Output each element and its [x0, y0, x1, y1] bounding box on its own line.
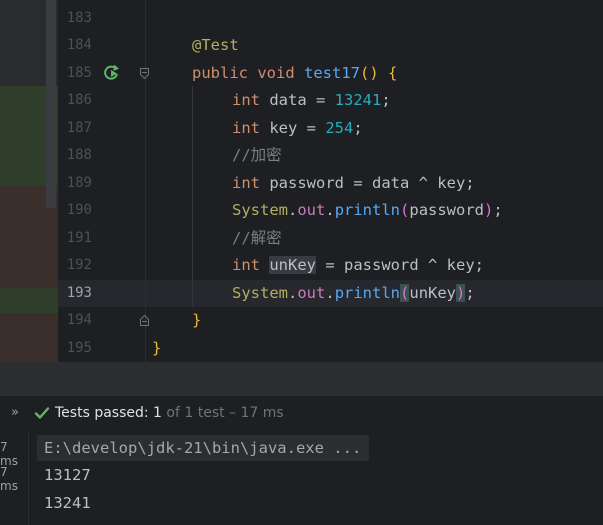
code-line[interactable]: int key = 254; [232, 115, 363, 142]
diff-segment-added [0, 288, 58, 313]
paren-matched: ( [400, 284, 410, 302]
code-line[interactable]: } [192, 307, 201, 334]
semicolon: ; [353, 119, 363, 137]
status-count: 1 [153, 405, 162, 421]
diff-segment-modified [0, 313, 58, 362]
dot: . [288, 284, 298, 302]
dot: . [325, 201, 335, 219]
code-line-active[interactable]: System.out.println(unKey); [232, 280, 475, 307]
check-icon [34, 405, 50, 425]
argument: password [409, 201, 485, 219]
number-literal: 254 [325, 119, 354, 137]
line-number: 186 [66, 92, 92, 108]
close-brace: } [192, 311, 202, 329]
paren: ) [484, 201, 494, 219]
test-duration: 7 ms [0, 440, 18, 468]
code-editor[interactable]: 183 184 185 186 187 188 189 190 191 192 … [0, 0, 603, 362]
semicolon: ; [381, 91, 391, 109]
code-line[interactable]: int data = 13241; [232, 87, 391, 114]
command-line[interactable]: E:\develop\jdk-21\bin\java.exe ... [37, 435, 370, 461]
line-number: 189 [66, 175, 92, 191]
code-line[interactable]: int unKey = password ^ key; [232, 252, 484, 279]
test-status: Tests passed: 1 of 1 test – 17 ms [55, 405, 284, 421]
code-line[interactable]: System.out.println(password); [232, 197, 503, 224]
panel-divider[interactable] [0, 362, 603, 396]
line-number: 194 [66, 312, 92, 328]
line-number: 187 [66, 120, 92, 136]
code-line[interactable]: //加密 [232, 142, 282, 169]
close-brace: } [152, 339, 162, 357]
line-number: 191 [66, 230, 92, 246]
test-duration: 7 ms [0, 465, 18, 493]
code-text: data = [260, 91, 335, 109]
keyword: int [232, 256, 260, 274]
expand-icon[interactable]: » [11, 405, 19, 420]
parens: () [360, 64, 379, 82]
indent-guide [192, 86, 193, 306]
field-name: out [297, 201, 326, 219]
open-brace: { [388, 64, 398, 82]
semicolon: ; [465, 284, 475, 302]
argument: unKey [409, 284, 457, 302]
semicolon: ; [493, 201, 503, 219]
diff-strip [0, 0, 58, 362]
keyword: int [232, 91, 260, 109]
method-call: println [334, 201, 401, 219]
comment: //加密 [232, 146, 282, 164]
line-number: 195 [66, 340, 92, 356]
status-detail: of 1 test – 17 ms [161, 405, 284, 421]
keyword: int [232, 174, 260, 192]
annotation: @Test [192, 36, 239, 54]
fold-icon[interactable] [140, 68, 149, 79]
output-line: 13127 [44, 466, 91, 484]
dot: . [325, 284, 335, 302]
method-call: println [334, 284, 401, 302]
line-number-active: 193 [66, 285, 92, 301]
scrollbar-thumb[interactable] [46, 0, 56, 208]
class-name: System [232, 201, 288, 219]
code-line[interactable]: //解密 [232, 225, 282, 252]
comment: //解密 [232, 229, 282, 247]
code-text: password = data ^ key; [260, 174, 475, 192]
paren: ( [400, 201, 410, 219]
unfold-icon[interactable] [140, 315, 149, 326]
gutter-separator [145, 0, 146, 362]
status-label: Tests passed: [55, 405, 154, 421]
line-number: 192 [66, 257, 92, 273]
console-output[interactable]: E:\develop\jdk-21\bin\java.exe ... 13127… [29, 432, 603, 525]
keyword: int [232, 119, 260, 137]
method-name: test17 [304, 64, 361, 82]
code-line[interactable]: @Test [192, 32, 239, 59]
keyword: public [192, 64, 248, 82]
line-number: 188 [66, 147, 92, 163]
class-name: System [232, 284, 288, 302]
test-tree-panel: 7 ms 7 ms [0, 432, 29, 525]
line-number: 190 [66, 202, 92, 218]
output-line: 13241 [44, 494, 91, 512]
code-line[interactable]: int password = data ^ key; [232, 170, 475, 197]
line-number: 185 [66, 65, 92, 81]
run-test-icon[interactable] [103, 64, 121, 82]
variable-highlighted: unKey [269, 256, 317, 274]
code-text: key = [260, 119, 326, 137]
test-results-header: » Tests passed: 1 of 1 test – 17 ms [0, 396, 603, 433]
dot: . [288, 201, 298, 219]
code-line[interactable]: public void test17() { [192, 60, 397, 87]
paren-matched: ) [456, 284, 466, 302]
number-literal: 13241 [334, 91, 382, 109]
line-number: 184 [66, 37, 92, 53]
line-number: 183 [66, 10, 92, 26]
keyword: void [257, 64, 295, 82]
code-line[interactable]: } [152, 335, 161, 362]
code-text: = password ^ key; [316, 256, 484, 274]
field-name: out [297, 284, 326, 302]
